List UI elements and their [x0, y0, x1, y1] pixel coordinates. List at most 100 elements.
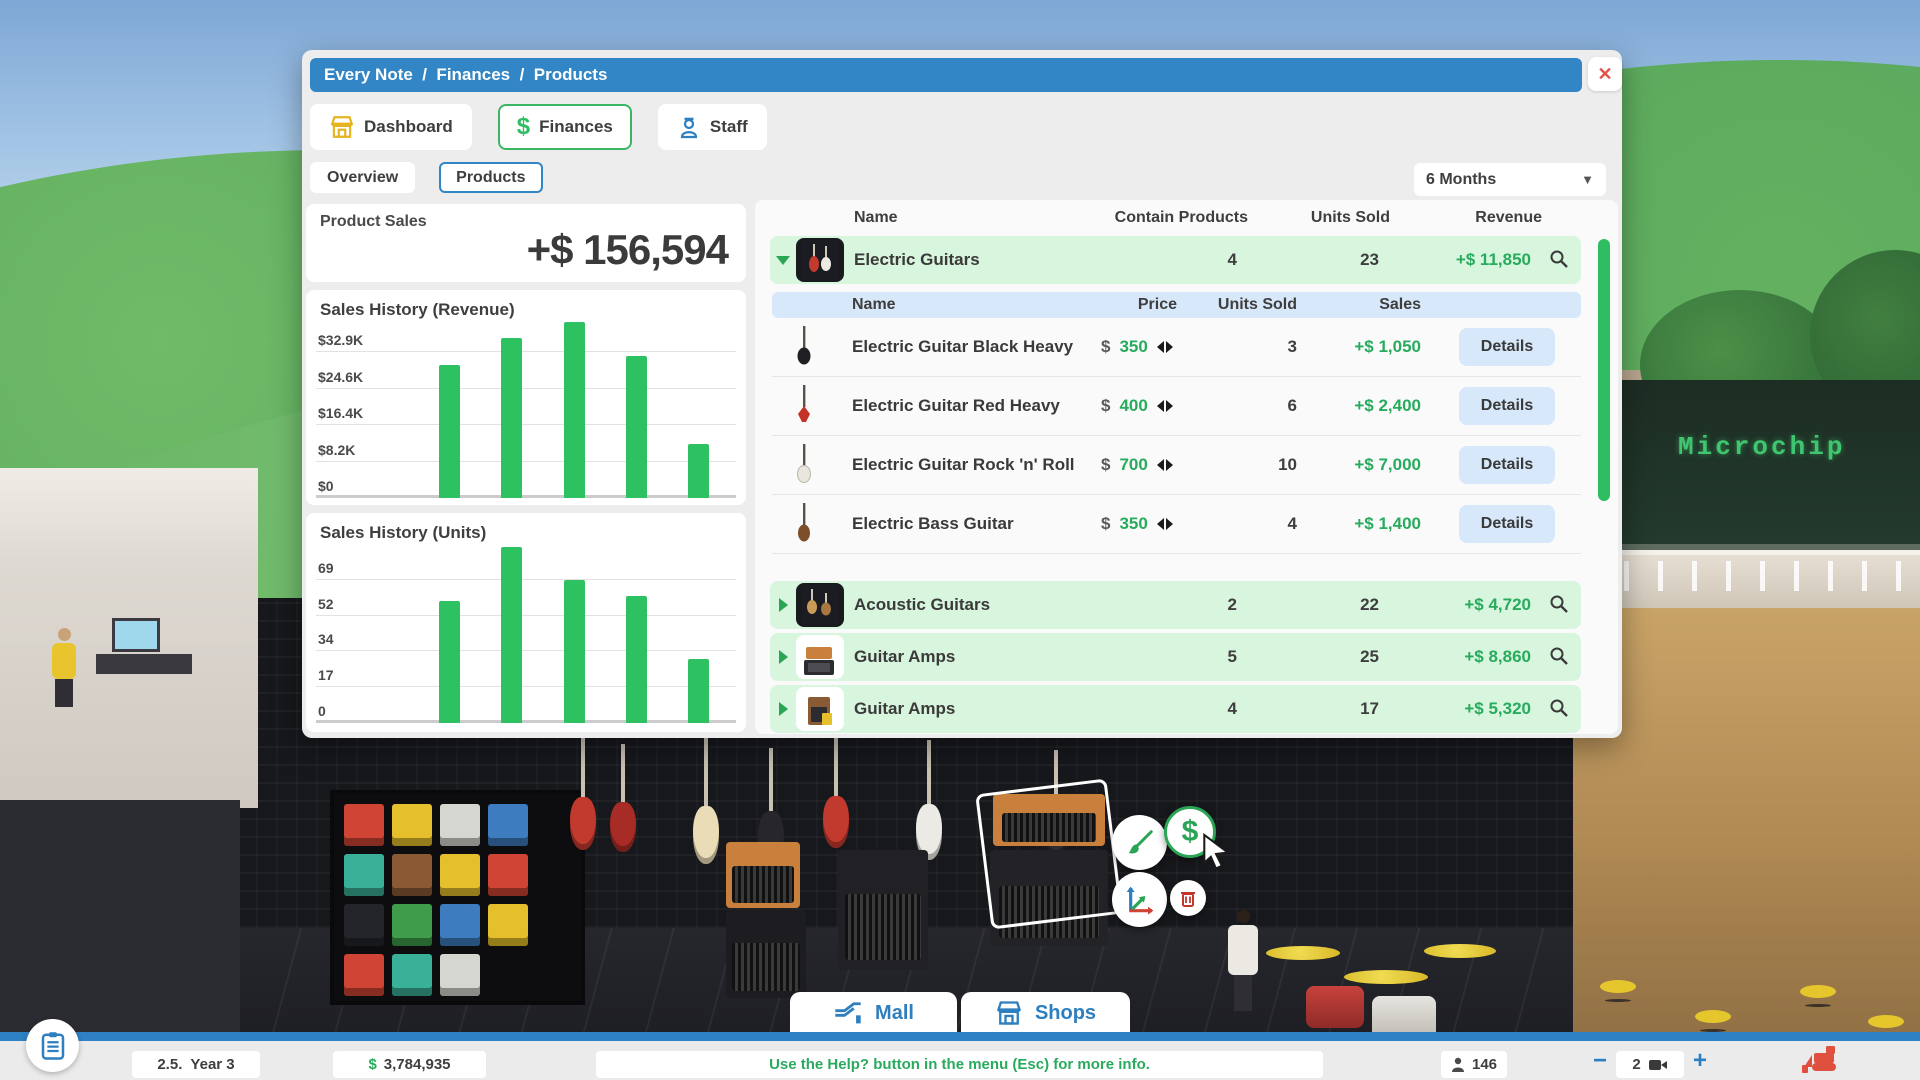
merch-box: [488, 904, 528, 946]
stool: [1695, 1010, 1731, 1023]
units-bars: [439, 544, 709, 723]
zoom-in-button[interactable]: +: [1693, 1047, 1707, 1075]
category-units: 23: [1243, 250, 1385, 270]
merch-box: [440, 804, 480, 846]
details-button[interactable]: Details: [1459, 446, 1555, 484]
magnifier-icon: [1549, 594, 1569, 614]
category-name: Guitar Amps: [854, 647, 1093, 667]
period-value: 6 Months: [1426, 171, 1496, 189]
merch-box: [344, 804, 384, 846]
money-display: $ 3,784,935: [333, 1051, 486, 1078]
chart-bar: [626, 356, 647, 499]
products-table: Name Contain Products Units Sold Revenue…: [755, 200, 1618, 734]
period-dropdown[interactable]: 6 Months ▼: [1414, 163, 1606, 196]
merch-box: [392, 954, 432, 996]
cymbal: [1344, 970, 1428, 984]
paint-button[interactable]: [1112, 815, 1167, 870]
category-row-guitar-amps-1[interactable]: Guitar Amps 5 25 +$ 8,860: [770, 633, 1581, 681]
product-units: 4: [1209, 514, 1321, 534]
expand-caret-icon[interactable]: [779, 650, 788, 664]
visitor-count: 146: [1472, 1056, 1497, 1073]
col-name: Name: [854, 209, 1104, 227]
breadcrumb: Every Note / Finances / Products: [310, 58, 1582, 92]
close-button[interactable]: ✕: [1588, 57, 1622, 91]
details-button[interactable]: Details: [1459, 505, 1555, 543]
acoustic-guitars-image: [796, 583, 844, 627]
finance-panel: Every Note / Finances / Products ✕ Dashb…: [302, 50, 1622, 738]
cymbal: [1424, 944, 1496, 958]
inspect-button[interactable]: [1537, 590, 1581, 621]
price-stepper[interactable]: [1157, 400, 1173, 412]
tasks-button[interactable]: [26, 1019, 79, 1072]
tab-finances[interactable]: $ Finances: [498, 104, 632, 150]
table-scrollbar[interactable]: [1598, 239, 1610, 501]
category-row-acoustic-guitars[interactable]: Acoustic Guitars 2 22 +$ 4,720: [770, 581, 1581, 629]
price-cell: $ 350: [1081, 337, 1209, 357]
expand-caret-icon[interactable]: [779, 598, 788, 612]
left-building: [0, 468, 258, 808]
product-sales-amount: +$ 2,400: [1321, 396, 1453, 416]
mall-label: Mall: [875, 1002, 914, 1025]
tab-staff[interactable]: Staff: [658, 104, 767, 150]
details-button[interactable]: Details: [1459, 387, 1555, 425]
chart-bar: [688, 659, 709, 723]
product-sales-value: +$ 156,594: [527, 226, 728, 274]
product-sales-amount: +$ 7,000: [1321, 455, 1453, 475]
amp-small: [726, 842, 800, 908]
price-stepper[interactable]: [1157, 341, 1173, 353]
move-button[interactable]: [1112, 872, 1167, 927]
merch-box: [440, 854, 480, 896]
category-contain: 2: [1093, 595, 1243, 615]
merch-box: [344, 854, 384, 896]
person-legs: [1234, 975, 1252, 1011]
visitor-icon: [1451, 1057, 1465, 1072]
expand-caret-icon[interactable]: [779, 702, 788, 716]
person-body: [1228, 925, 1258, 975]
status-bar: 2.5. Year 3 $ 3,784,935 Use the Help? bu…: [0, 1041, 1920, 1080]
tab-dashboard[interactable]: Dashboard: [310, 104, 472, 150]
bulldozer-button[interactable]: [1800, 1043, 1848, 1078]
tick-label: $32.9K: [318, 332, 363, 348]
category-contain: 4: [1093, 250, 1243, 270]
shops-button[interactable]: Shops: [961, 992, 1130, 1034]
category-row-guitar-amps-2[interactable]: Guitar Amps 4 17 +$ 5,320: [770, 685, 1581, 733]
collapse-caret-icon[interactable]: [776, 256, 790, 265]
product-name: Electric Guitar Rock 'n' Roll: [840, 455, 1081, 475]
inspect-button[interactable]: [1537, 245, 1581, 276]
worker-yellow: [52, 628, 76, 707]
help-message: Use the Help? button in the menu (Esc) f…: [596, 1051, 1323, 1078]
escalator-icon: [833, 1000, 863, 1026]
category-units: 17: [1243, 699, 1385, 719]
units-chart: 695234170: [316, 544, 736, 723]
category-row-electric-guitars[interactable]: Electric Guitars 4 23 +$ 11,850: [770, 236, 1581, 284]
dollar-icon: $: [1182, 815, 1199, 849]
price-stepper[interactable]: [1157, 459, 1173, 471]
category-name: Guitar Amps: [854, 699, 1093, 719]
delete-button[interactable]: [1170, 880, 1206, 916]
toolbar-divider: [0, 1032, 1920, 1041]
price-stepper[interactable]: [1157, 518, 1173, 530]
tick-label: 69: [318, 560, 334, 576]
category-units: 22: [1243, 595, 1385, 615]
inspect-button[interactable]: [1537, 642, 1581, 673]
product-row: Electric Bass Guitar $ 350 4 +$ 1,400 De…: [772, 495, 1581, 554]
details-button[interactable]: Details: [1459, 328, 1555, 366]
col-units-sold: Units Sold: [1254, 209, 1396, 227]
product-row: Electric Guitar Red Heavy $ 400 6 +$ 2,4…: [772, 377, 1581, 436]
zoom-out-button[interactable]: −: [1593, 1047, 1607, 1075]
paintbrush-icon: [1125, 828, 1155, 858]
price-cell: $ 350: [1081, 514, 1209, 534]
subtab-overview[interactable]: Overview: [310, 162, 415, 193]
guitar-white-icon: [796, 443, 812, 483]
category-units: 25: [1243, 647, 1385, 667]
mall-button[interactable]: Mall: [790, 992, 957, 1034]
price-value: 350: [1119, 514, 1147, 534]
close-icon: ✕: [1597, 64, 1612, 84]
tick-label: 52: [318, 596, 334, 612]
visitors-display: 146: [1441, 1051, 1507, 1078]
inspect-button[interactable]: [1537, 694, 1581, 725]
move-axes-icon: [1124, 884, 1156, 916]
chart-bar: [439, 601, 460, 723]
merch-box: [392, 904, 432, 946]
subtab-products[interactable]: Products: [439, 162, 542, 193]
